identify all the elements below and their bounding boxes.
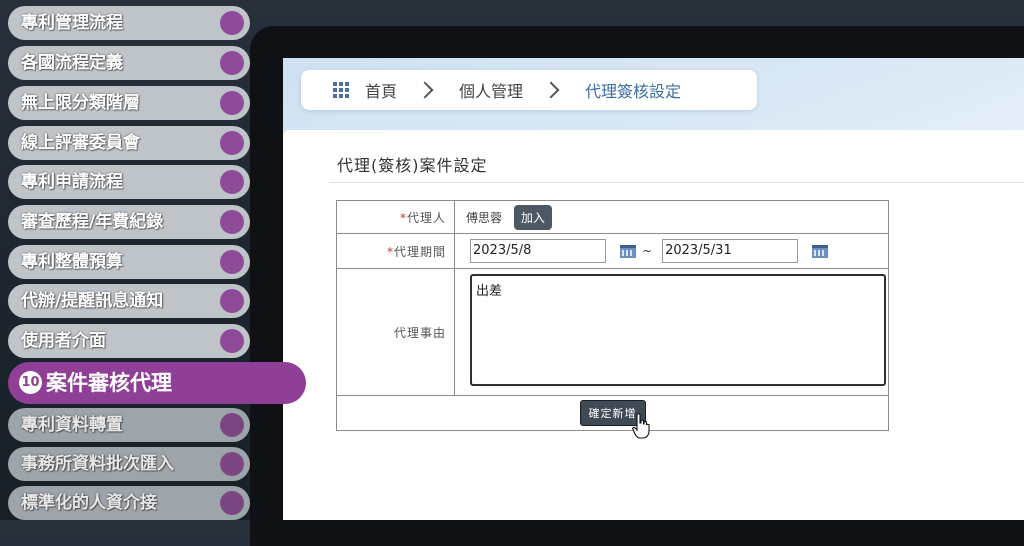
menu-item-unlimited-categories[interactable]: 無上限分類階層: [8, 86, 250, 120]
breadcrumb-home[interactable]: 首頁: [365, 78, 397, 102]
menu-item-patent-management-flow[interactable]: 專利管理流程: [8, 6, 250, 40]
feature-menu: 專利管理流程 各國流程定義 無上限分類階層 線上評審委員會 專利申請流程 審查歷…: [0, 0, 320, 520]
start-date-input[interactable]: 2023/5/8: [470, 239, 606, 263]
menu-item-patent-budget[interactable]: 專利整體預算: [8, 245, 250, 279]
menu-dot-icon: [220, 329, 244, 353]
agent-value: 傅思蓉: [466, 210, 503, 225]
menu-item-case-review-delegation[interactable]: 10 案件審核代理: [8, 362, 306, 404]
date-range-separator: ~: [642, 244, 653, 258]
menu-dot-icon: [220, 491, 244, 515]
menu-dot-icon: [220, 11, 244, 35]
menu-dot-icon: [220, 413, 244, 437]
period-label: *代理期間: [336, 233, 455, 269]
menu-dot-icon: [220, 51, 244, 75]
calendar-icon[interactable]: [620, 244, 636, 258]
menu-dot-icon: [220, 131, 244, 155]
delegation-form: *代理人 傅思蓉 加入 *代理期間 2023/5/8 ~2023/5/31 代理事…: [336, 200, 889, 431]
step-number-badge: 10: [19, 371, 42, 394]
calendar-icon[interactable]: [812, 244, 829, 258]
app-screen: 首頁 個人管理 代理簽核設定 代理(簽核)案件設定 *代理人 傅思蓉 加入 *代…: [283, 58, 1024, 520]
menu-item-hr-integration[interactable]: 標準化的人資介接: [8, 486, 250, 520]
menu-item-online-review-committee[interactable]: 線上評審委員會: [8, 126, 250, 160]
menu-item-user-interface[interactable]: 使用者介面: [8, 324, 250, 358]
chevron-right-icon: [416, 81, 434, 99]
apps-grid-icon[interactable]: [333, 82, 349, 98]
content-panel: 代理(簽核)案件設定 *代理人 傅思蓉 加入 *代理期間 2023/5/8 ~20…: [283, 130, 1024, 520]
menu-item-todo-notifications[interactable]: 代辦/提醒訊息通知: [8, 284, 250, 318]
page-title: 代理(簽核)案件設定: [337, 156, 488, 175]
hand-cursor-icon: [632, 413, 650, 439]
menu-item-patent-application-flow[interactable]: 專利申請流程: [8, 165, 250, 199]
menu-dot-icon: [220, 170, 244, 194]
end-date-input[interactable]: 2023/5/31: [662, 239, 799, 263]
menu-dot-icon: [220, 210, 244, 234]
menu-item-review-history-fees[interactable]: 審查歷程/年費紀錄: [8, 205, 250, 239]
chevron-right-icon: [542, 81, 560, 99]
add-agent-button[interactable]: 加入: [513, 204, 552, 230]
agent-label: *代理人: [336, 200, 455, 234]
breadcrumb-personal-management[interactable]: 個人管理: [459, 78, 523, 102]
menu-dot-icon: [220, 91, 244, 115]
menu-item-firm-batch-import[interactable]: 事務所資料批次匯入: [8, 447, 250, 481]
breadcrumb-current: 代理簽核設定: [585, 82, 682, 101]
reason-label: 代理事由: [336, 268, 455, 396]
title-divider: [329, 182, 1024, 183]
menu-dot-icon: [220, 452, 244, 476]
menu-item-country-flow-definition[interactable]: 各國流程定義: [8, 46, 250, 80]
menu-dot-icon: [220, 250, 244, 274]
breadcrumb: 首頁 個人管理 代理簽核設定: [301, 70, 757, 110]
menu-item-patent-data-transfer[interactable]: 專利資料轉置: [8, 408, 250, 442]
reason-textarea[interactable]: 出差: [470, 274, 886, 386]
menu-dot-icon: [220, 289, 244, 313]
